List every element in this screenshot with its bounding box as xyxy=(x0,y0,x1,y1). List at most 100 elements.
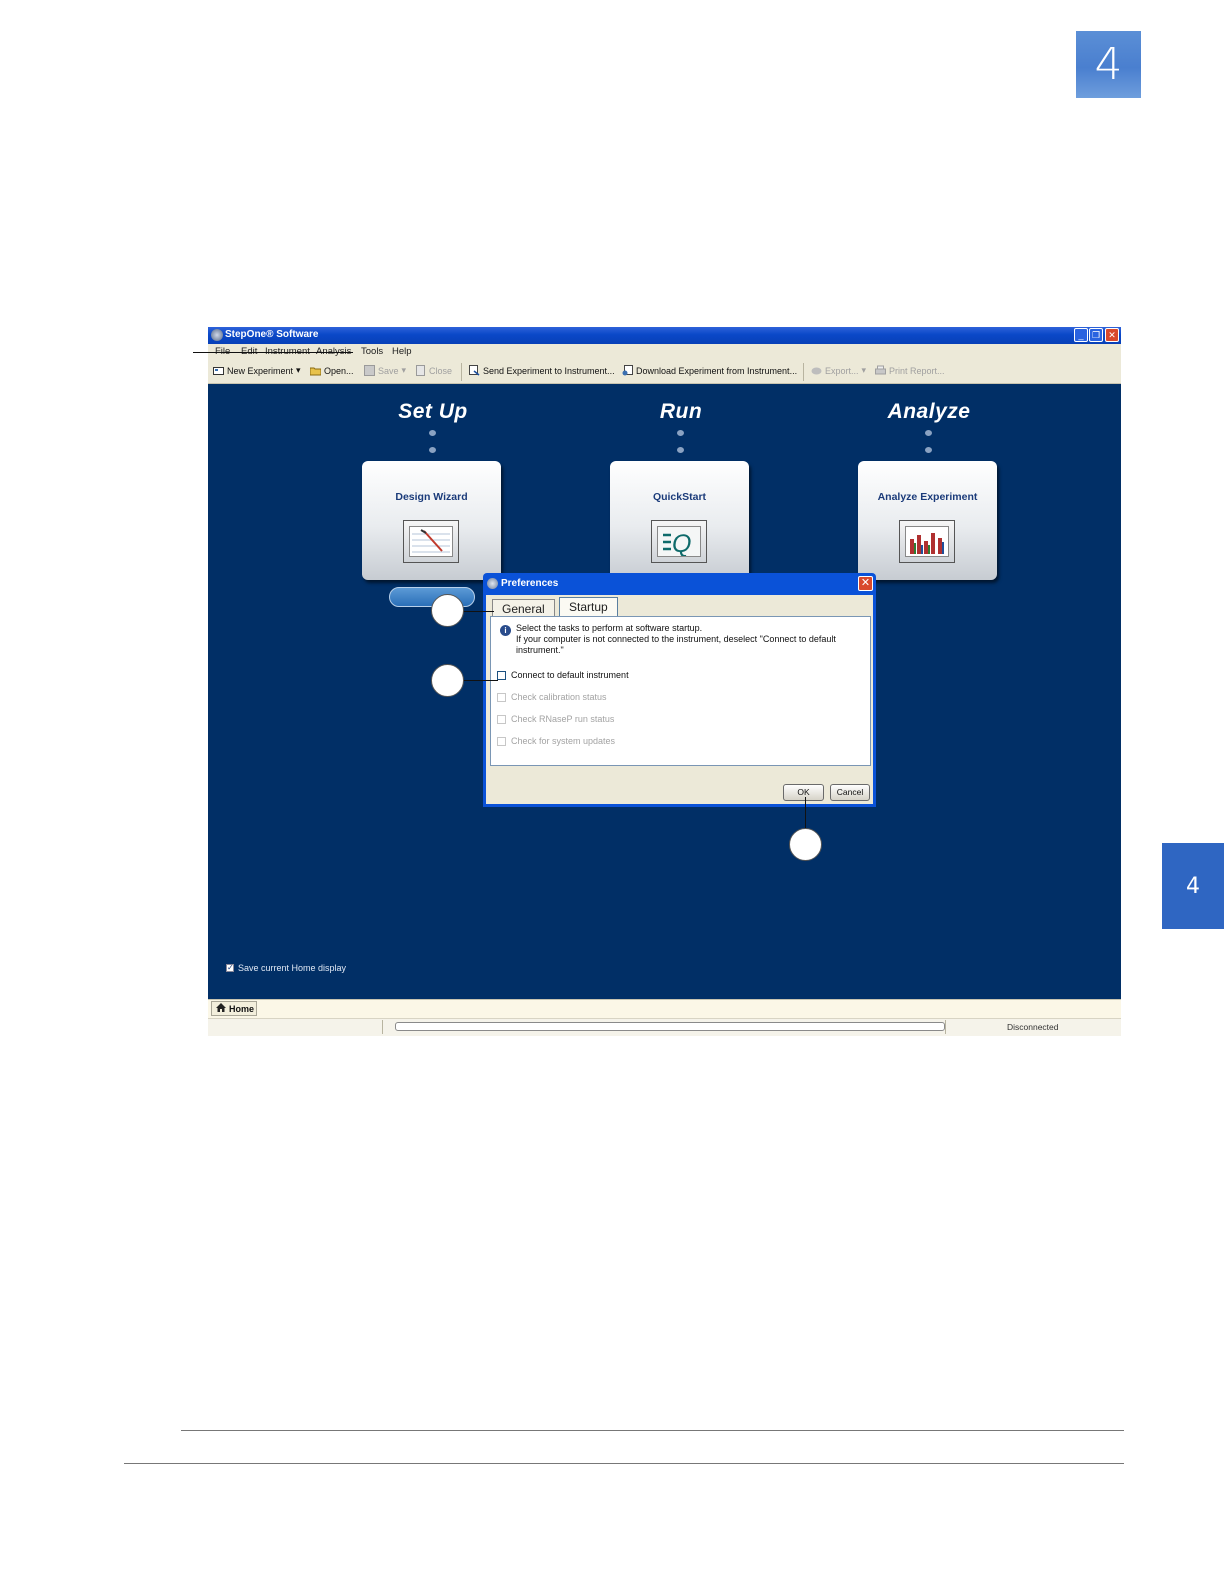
startup-instructions: Select the tasks to perform at software … xyxy=(516,623,866,656)
print-report-label: Print Report... xyxy=(889,365,945,376)
save-home-display-option[interactable]: ✓ Save current Home display xyxy=(226,963,346,973)
connector-dot xyxy=(677,447,684,453)
home-tab[interactable]: Home xyxy=(211,1001,257,1016)
close-icon[interactable]: ✕ xyxy=(1105,328,1119,342)
option-check-rnasep[interactable]: Check RNaseP run status xyxy=(497,714,614,724)
send-icon xyxy=(469,365,480,376)
ok-button[interactable]: OK xyxy=(783,784,824,801)
instruction-line-1: Select the tasks to perform at software … xyxy=(516,623,703,633)
option-check-calibration[interactable]: Check calibration status xyxy=(497,692,607,702)
save-label: Save xyxy=(378,365,399,376)
instruction-line-2: If your computer is not connected to the… xyxy=(516,634,836,655)
analyze-experiment-icon xyxy=(899,520,955,563)
check-calibration-label: Check calibration status xyxy=(511,692,607,702)
dialog-body: General Startup i Select the tasks to pe… xyxy=(486,595,873,804)
save-button[interactable]: Save ▾ xyxy=(364,365,406,376)
home-icon xyxy=(216,1003,226,1014)
workspace-tab-strip: Home xyxy=(208,999,1121,1018)
callout-line-menu xyxy=(193,352,353,353)
design-wizard-card[interactable]: Design Wizard xyxy=(362,461,501,580)
design-wizard-icon xyxy=(403,520,459,563)
send-experiment-label: Send Experiment to Instrument... xyxy=(483,365,615,376)
close-doc-icon xyxy=(415,365,426,376)
check-rnasep-label: Check RNaseP run status xyxy=(511,714,615,724)
svg-text:Q: Q xyxy=(672,530,691,556)
quickstart-icon: Q xyxy=(651,520,707,563)
chapter-side-tab: 4 xyxy=(1162,843,1224,929)
new-experiment-label: New Experiment xyxy=(227,365,294,376)
menu-tools[interactable]: Tools xyxy=(361,346,383,357)
dialog-app-icon xyxy=(487,578,498,589)
callout-line-tab xyxy=(462,611,494,612)
heading-run: Run xyxy=(659,400,703,423)
export-label: Export... xyxy=(825,365,859,376)
send-experiment-button[interactable]: Send Experiment to Instrument... xyxy=(469,365,615,376)
dropdown-arrow-icon: ▾ xyxy=(296,365,301,375)
printer-icon xyxy=(875,365,886,376)
status-separator xyxy=(382,1020,383,1034)
heading-analyze: Analyze xyxy=(887,400,971,423)
download-experiment-button[interactable]: Download Experiment from Instrument... xyxy=(622,365,797,376)
open-label: Open... xyxy=(324,365,354,376)
save-home-display-checkbox[interactable]: ✓ xyxy=(226,964,234,972)
info-icon: i xyxy=(500,625,511,636)
export-icon xyxy=(811,365,822,376)
side-tab-number: 4 xyxy=(1186,873,1200,899)
progress-bar xyxy=(395,1022,945,1031)
dropdown-arrow-icon: ▾ xyxy=(861,365,867,375)
status-bar: Disconnected xyxy=(208,1018,1121,1036)
save-home-display-label: Save current Home display xyxy=(238,963,347,973)
window-title: StepOne® Software xyxy=(225,329,319,340)
open-button[interactable]: Open... xyxy=(309,365,354,376)
startup-panel: i Select the tasks to perform at softwar… xyxy=(490,616,871,766)
check-calibration-checkbox[interactable] xyxy=(497,692,506,702)
quickstart-card[interactable]: QuickStart Q xyxy=(610,461,749,580)
connector-dot xyxy=(677,430,684,436)
callout-circle-checkbox xyxy=(431,664,464,697)
dropdown-arrow-icon: ▾ xyxy=(401,365,407,375)
print-report-button[interactable]: Print Report... xyxy=(875,365,945,376)
app-icon xyxy=(211,329,223,341)
option-connect-default-instrument[interactable]: Connect to default instrument xyxy=(497,670,629,680)
check-updates-label: Check for system updates xyxy=(511,736,616,746)
toolbar-separator xyxy=(803,363,804,381)
chapter-number: 4 xyxy=(1094,39,1123,90)
preferences-dialog: Preferences ✕ General Startup i Select t… xyxy=(483,573,876,807)
callout-line-ok xyxy=(805,797,806,828)
tab-startup[interactable]: Startup xyxy=(559,597,618,616)
quickstart-label: QuickStart xyxy=(652,491,707,503)
connect-default-instrument-checkbox[interactable] xyxy=(497,670,506,680)
footer-rule xyxy=(181,1430,1124,1431)
status-separator xyxy=(945,1020,946,1034)
callout-line-checkbox xyxy=(462,680,498,681)
toolbar-separator xyxy=(461,363,462,381)
heading-set-up: Set Up xyxy=(398,400,468,423)
chapter-number-box: 4 xyxy=(1076,31,1141,98)
connector-dot xyxy=(429,447,436,453)
connection-status: Disconnected xyxy=(1007,1022,1059,1032)
connector-dot xyxy=(429,430,436,436)
analyze-experiment-label: Analyze Experiment xyxy=(877,491,978,503)
folder-icon xyxy=(309,365,322,376)
design-wizard-label: Design Wizard xyxy=(395,491,468,503)
close-button[interactable]: Close xyxy=(415,365,452,376)
dialog-title: Preferences xyxy=(501,578,559,589)
minimize-icon[interactable]: _ xyxy=(1074,328,1088,342)
analyze-experiment-card[interactable]: Analyze Experiment xyxy=(858,461,997,580)
restore-icon[interactable]: ❐ xyxy=(1089,328,1103,342)
dialog-close-icon[interactable]: ✕ xyxy=(858,576,873,591)
menu-help[interactable]: Help xyxy=(392,346,412,357)
export-button[interactable]: Export... ▾ xyxy=(811,365,866,376)
connector-dot xyxy=(925,430,932,436)
cancel-button[interactable]: Cancel xyxy=(830,784,870,801)
tab-general[interactable]: General xyxy=(492,599,555,616)
callout-circle-ok xyxy=(789,828,822,861)
option-check-updates[interactable]: Check for system updates xyxy=(497,736,615,746)
title-bar: StepOne® Software _ ❐ ✕ xyxy=(208,327,1121,344)
check-updates-checkbox[interactable] xyxy=(497,736,506,746)
home-tab-label: Home xyxy=(229,1003,255,1014)
new-experiment-button[interactable]: New Experiment ▾ xyxy=(213,365,301,376)
check-rnasep-checkbox[interactable] xyxy=(497,714,506,724)
new-experiment-icon xyxy=(213,365,224,376)
toolbar: New Experiment ▾ Open... Save ▾ Close Send… xyxy=(208,361,1121,384)
